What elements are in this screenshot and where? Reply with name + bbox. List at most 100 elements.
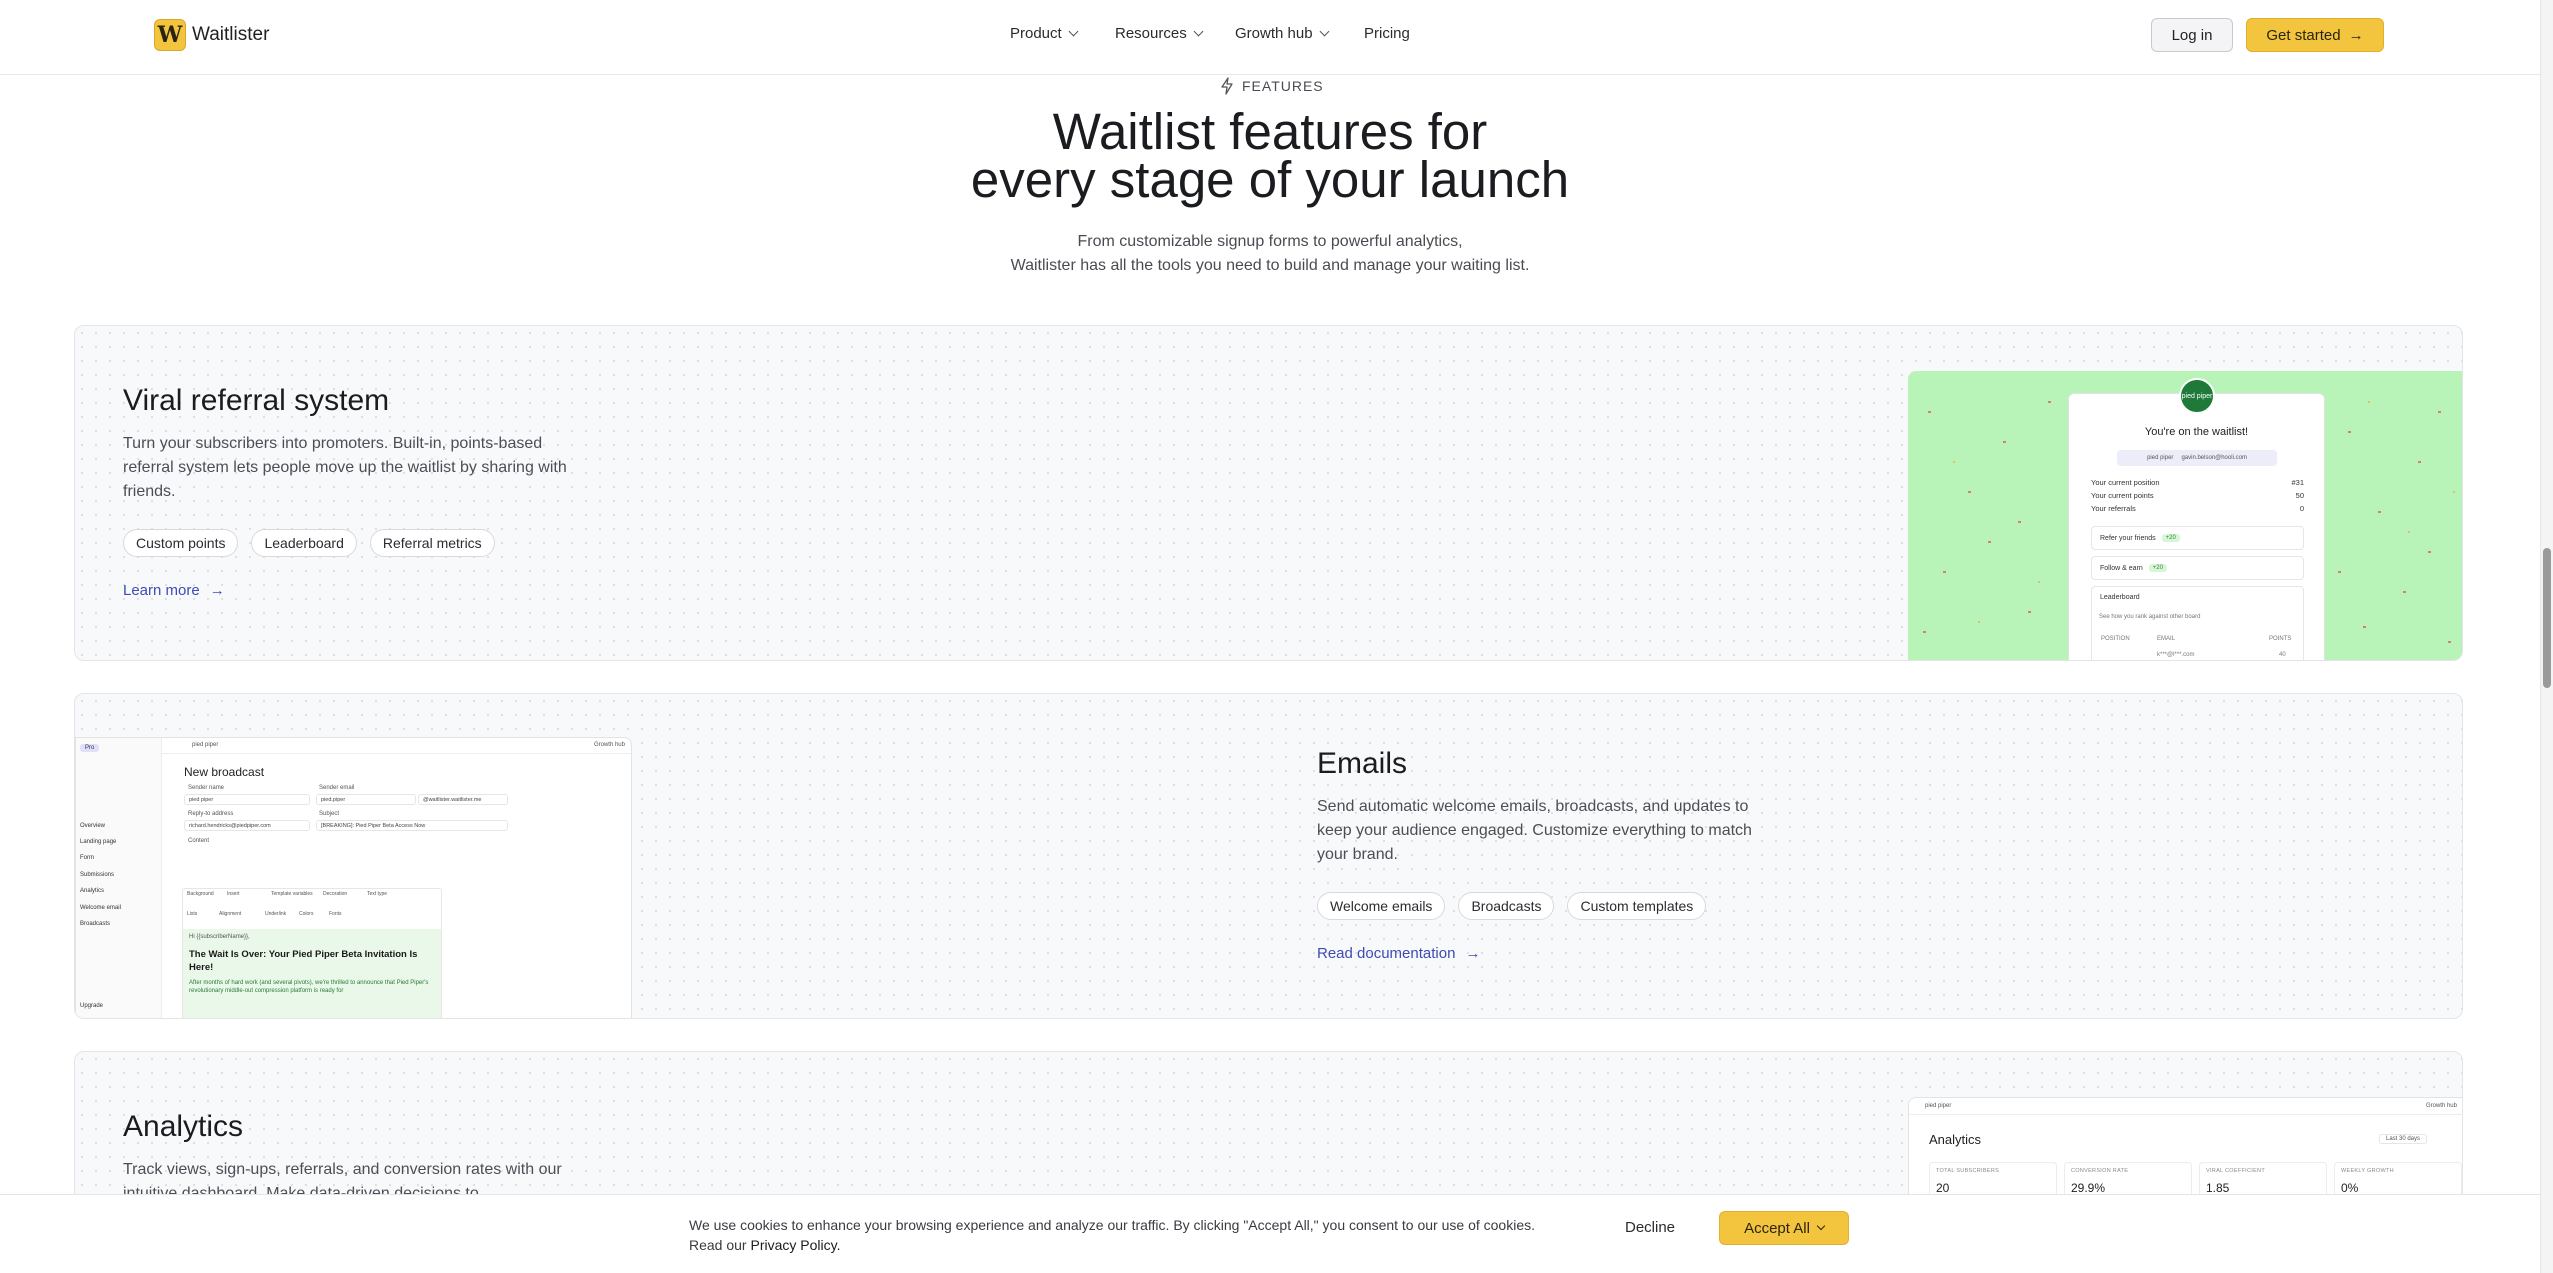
nav-product-label: Product xyxy=(1010,25,1062,42)
lightning-icon xyxy=(1221,77,1233,95)
toolbar-group: Insert xyxy=(227,891,240,897)
learn-more-link[interactable]: Learn more → xyxy=(123,582,225,599)
sidebar-item: Welcome email xyxy=(80,905,121,911)
top-navbar: W Waitlister Product Resources Growth hu… xyxy=(0,0,2540,75)
date-range-select: Last 30 days xyxy=(2379,1134,2428,1144)
toolbar-group: Underlink xyxy=(265,911,287,917)
refer-label: Refer your friends xyxy=(2100,534,2156,542)
refer-friends-row[interactable]: Refer your friends +20 xyxy=(2091,526,2304,550)
content-label: Content xyxy=(188,838,210,844)
pill-email: gavin.belson@hooli.com xyxy=(2181,455,2247,461)
sidebar-item: Analytics xyxy=(80,888,105,894)
email-greeting: Hi {{subscriberName}}, xyxy=(189,934,250,940)
email-heading: The Wait Is Over: Your Pied Piper Beta I… xyxy=(189,949,418,973)
read-documentation-link[interactable]: Read documentation → xyxy=(1317,945,1480,962)
col-position: POSITION xyxy=(2101,636,2130,642)
toolbar-group: Template variables xyxy=(271,891,313,897)
brand-name[interactable]: Waitlister xyxy=(192,24,269,46)
reply-to-label: Reply-to address xyxy=(188,811,234,817)
toolbar-group: Alignment xyxy=(219,911,242,917)
project-search: pied piper xyxy=(192,742,219,748)
stat-row: Your current position #31 xyxy=(2091,478,2304,487)
waitlist-status-card: pied piper You're on the waitlist! pied … xyxy=(2068,378,2325,660)
features-eyebrow: FEATURES xyxy=(1220,77,1324,95)
referral-widget-preview: pied piper You're on the waitlist! pied … xyxy=(1908,371,2462,660)
leaderboard-subtext: See how you rank against other board xyxy=(2099,614,2201,620)
nav-growth-hub[interactable]: Growth hub xyxy=(1235,25,1329,42)
feature-title: Analytics xyxy=(123,1110,244,1143)
chevron-down-icon xyxy=(1319,26,1329,37)
feature-title: Viral referral system xyxy=(123,384,390,417)
email-body-preview: Hi {{subscriberName}}, The Wait Is Over:… xyxy=(183,929,441,1018)
cookie-message: We use cookies to enhance your browsing … xyxy=(689,1215,1589,1255)
pill-company: pied piper xyxy=(2147,455,2174,461)
arrow-right-icon: → xyxy=(209,582,225,599)
leaderboard-panel: Leaderboard xyxy=(2091,586,2304,660)
nav-resources-label: Resources xyxy=(1115,25,1187,42)
privacy-policy-link[interactable]: Privacy Policy. xyxy=(750,1237,840,1253)
decline-button[interactable]: Decline xyxy=(1625,1219,1675,1236)
col-email: EMAIL xyxy=(2157,636,2176,642)
analytics-heading: Analytics xyxy=(1929,1132,1982,1147)
toolbar-group: Colors xyxy=(299,911,314,917)
cookie-text: We use cookies to enhance your browsing … xyxy=(689,1217,1535,1233)
plan-badge: Pro xyxy=(80,744,100,752)
chevron-down-icon xyxy=(1193,26,1204,37)
accept-all-button[interactable]: Accept All xyxy=(1719,1211,1849,1245)
stat-value: 1.85 xyxy=(2206,1181,2230,1195)
toolbar-group: Fonts xyxy=(329,911,342,917)
stat-label: TOTAL SUBSCRIBERS xyxy=(1936,1168,2000,1174)
chevron-down-icon xyxy=(1816,1221,1826,1231)
arrow-right-icon: → xyxy=(1465,945,1481,962)
sidebar-item: Submissions xyxy=(80,872,115,878)
toolbar-group: Decoration xyxy=(323,891,348,897)
upgrade-item: Upgrade xyxy=(80,1003,104,1009)
nav-resources[interactable]: Resources xyxy=(1115,25,1204,42)
sender-name-label: Sender name xyxy=(188,785,225,791)
feature-description: Track views, sign-ups, referrals, and co… xyxy=(123,1161,562,1198)
subtitle-line-1: From customizable signup forms to powerf… xyxy=(1077,233,1463,250)
sender-email-field: pied.piper xyxy=(316,794,416,805)
growth-hub-link: Growth hub xyxy=(593,742,625,748)
read-documentation-label: Read documentation xyxy=(1317,945,1456,962)
toolbar-group: Background xyxy=(187,891,214,897)
follow-label: Follow & earn xyxy=(2100,564,2143,572)
sidebar-item: Form xyxy=(80,855,94,861)
stat-label: Your current points xyxy=(2091,491,2154,500)
stat-value: 0 xyxy=(2299,504,2304,513)
sidebar-item: Broadcasts xyxy=(80,921,111,927)
feature-tag: Custom templates xyxy=(1567,892,1707,920)
dashboard-sidebar: Pro Overview Landing page Form Submissio… xyxy=(76,738,162,1018)
login-button[interactable]: Log in xyxy=(2151,18,2233,52)
feature-tags: Welcome emails Broadcasts Custom templat… xyxy=(1317,892,1707,920)
sidebar-item: Landing page xyxy=(80,839,117,845)
cookie-banner: We use cookies to enhance your browsing … xyxy=(0,1194,2540,1273)
feature-tag: Broadcasts xyxy=(1458,892,1555,920)
page-scrollbar-thumb[interactable] xyxy=(2543,548,2551,688)
points-badge: +20 xyxy=(2161,534,2180,542)
stat-value: 29.9% xyxy=(2071,1181,2106,1195)
stat-value: #31 xyxy=(2291,478,2304,487)
stat-row: Your current points 50 xyxy=(2091,491,2304,500)
leaderboard-label: Leaderboard xyxy=(2100,594,2140,601)
feature-card-emails: Pro Overview Landing page Form Submissio… xyxy=(74,693,2463,1019)
sender-name-field: pied piper xyxy=(184,794,310,805)
waitlist-heading: You're on the waitlist! xyxy=(2144,426,2249,438)
stat-row: Your referrals 0 xyxy=(2091,504,2304,513)
broadcast-editor-preview: Pro Overview Landing page Form Submissio… xyxy=(75,737,632,1018)
get-started-button[interactable]: Get started → xyxy=(2246,18,2384,52)
stat-label: CONVERSION RATE xyxy=(2071,1168,2129,1174)
sender-email-label: Sender email xyxy=(319,785,355,791)
nav-growth-hub-label: Growth hub xyxy=(1235,25,1313,42)
subject-label: Subject xyxy=(319,811,340,817)
subscriber-pill: pied piper gavin.belson@hooli.com xyxy=(2117,450,2277,466)
sidebar-item: Overview xyxy=(80,823,106,829)
stat-label: WEEKLY GROWTH xyxy=(2341,1168,2394,1174)
waitlister-logo-icon[interactable]: W xyxy=(154,19,186,51)
nav-pricing[interactable]: Pricing xyxy=(1364,25,1410,42)
leaderboard-points: 40 xyxy=(2279,652,2286,658)
feature-description: Send automatic welcome emails, broadcast… xyxy=(1317,798,1752,863)
title-line-1: Waitlist features for xyxy=(1052,103,1488,160)
follow-earn-row[interactable]: Follow & earn +20 xyxy=(2091,556,2304,580)
nav-product[interactable]: Product xyxy=(1010,25,1079,42)
